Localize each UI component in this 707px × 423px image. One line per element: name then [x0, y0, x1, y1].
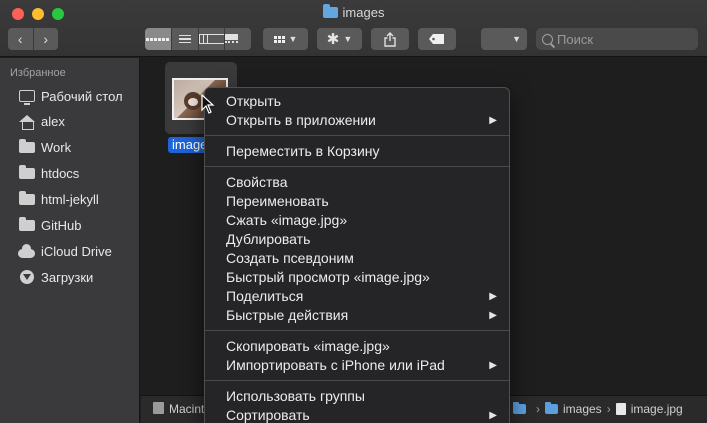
menu-item-move-to-trash[interactable]: Переместить в Корзину [205, 142, 509, 161]
grid-icon [273, 35, 285, 43]
sidebar-heading: Избранное [10, 67, 66, 79]
menu-item-open[interactable]: Открыть [205, 92, 509, 111]
sidebar-item-github[interactable]: GitHub [18, 214, 81, 236]
list-icon [172, 34, 198, 44]
menu-item-duplicate[interactable]: Дублировать [205, 230, 509, 249]
menu-item-quick-look[interactable]: Быстрый просмотр «image.jpg» [205, 268, 509, 287]
path-file[interactable]: image.jpg [631, 402, 683, 416]
folder-icon [18, 190, 35, 205]
submenu-arrow-icon: ▶ [489, 360, 497, 371]
menu-item-share[interactable]: Поделиться ▶ [205, 287, 509, 306]
sidebar-item-downloads[interactable]: Загрузки [18, 266, 93, 288]
submenu-arrow-icon: ▶ [489, 115, 497, 126]
home-icon [18, 114, 35, 130]
toolbar: images ‹ › ▼ ✱ ▼ ▼ Поиск [0, 0, 707, 57]
chevron-down-icon: ▼ [343, 34, 353, 44]
sidebar-item-html-jekyll[interactable]: html-jekyll [18, 188, 99, 210]
submenu-arrow-icon: ▶ [489, 310, 497, 321]
sidebar: Избранное Рабочий стол alex Work htdocs … [0, 58, 140, 423]
sidebar-item-desktop[interactable]: Рабочий стол [18, 85, 123, 107]
sidebar-item-htdocs[interactable]: htdocs [18, 162, 79, 184]
menu-separator [205, 380, 509, 381]
column-view-button[interactable] [198, 28, 226, 50]
cat-image [184, 92, 202, 110]
menu-separator [205, 330, 509, 331]
action-button[interactable]: ✱ ▼ [317, 28, 362, 50]
forward-button[interactable]: › [34, 28, 59, 50]
sidebar-item-label: Рабочий стол [41, 88, 123, 104]
gear-icon: ✱ [326, 31, 340, 48]
sidebar-item-label: alex [41, 113, 65, 129]
menu-item-get-info[interactable]: Свойства [205, 173, 509, 192]
folder-icon [322, 4, 338, 18]
cloud-icon [18, 243, 35, 258]
folder-icon [513, 402, 526, 414]
tags-button[interactable] [418, 28, 456, 50]
gallery-icon [225, 34, 251, 44]
search-field[interactable] [536, 28, 698, 50]
window-title: images [0, 4, 707, 20]
search-input[interactable] [557, 31, 687, 47]
desktop-icon [18, 90, 35, 105]
folder-icon [18, 138, 35, 153]
sidebar-item-label: Work [41, 139, 72, 155]
folder-icon [18, 216, 35, 231]
menu-item-sort-by[interactable]: Сортировать ▶ [205, 406, 509, 423]
disk-icon [153, 402, 164, 414]
search-icon [542, 33, 553, 45]
sidebar-item-alex[interactable]: alex [18, 110, 65, 132]
sidebar-item-work[interactable]: Work [18, 136, 71, 158]
chevron-right-icon: › [536, 402, 540, 416]
file-icon [615, 403, 626, 415]
chevron-down-icon: ▼ [288, 34, 298, 44]
share-icon [384, 31, 396, 47]
mouse-cursor-icon [201, 94, 215, 114]
menu-item-import-from-iphone[interactable]: Импортировать с iPhone или iPad ▶ [205, 356, 509, 375]
menu-item-use-groups[interactable]: Использовать группы [205, 387, 509, 406]
share-button[interactable] [371, 28, 409, 50]
path-disk[interactable]: Macint [169, 402, 204, 416]
back-button[interactable]: ‹ [8, 28, 34, 50]
gallery-view-button[interactable] [225, 28, 251, 50]
submenu-arrow-icon: ▶ [489, 291, 497, 302]
menu-item-quick-actions[interactable]: Быстрые действия ▶ [205, 306, 509, 325]
menu-separator [205, 135, 509, 136]
columns-icon [198, 34, 225, 44]
group-button[interactable]: ▼ [263, 28, 308, 50]
sidebar-item-label: htdocs [41, 165, 80, 181]
menu-item-open-with[interactable]: Открыть в приложении ▶ [205, 111, 509, 130]
grid-icon [145, 37, 171, 41]
tag-icon [429, 34, 444, 44]
sidebar-item-label: iCloud Drive [41, 243, 112, 259]
submenu-arrow-icon: ▶ [489, 410, 497, 421]
list-view-button[interactable] [172, 28, 199, 50]
sidebar-item-label: Загрузки [41, 269, 94, 285]
context-menu: Открыть Открыть в приложении ▶ Переместит… [204, 87, 510, 423]
path-dropdown-button[interactable]: ▼ [481, 28, 527, 50]
icon-view-button[interactable] [145, 28, 172, 50]
view-mode-selector [145, 28, 251, 50]
folder-icon [545, 402, 558, 414]
menu-item-compress[interactable]: Сжать «image.jpg» [205, 211, 509, 230]
folder-icon [18, 164, 35, 179]
menu-item-rename[interactable]: Переименовать [205, 192, 509, 211]
navigation-buttons: ‹ › [8, 28, 58, 50]
path-folder[interactable]: images [563, 402, 602, 416]
menu-item-make-alias[interactable]: Создать псевдоним [205, 249, 509, 268]
file-name-label[interactable]: image [168, 137, 206, 153]
chevron-right-icon: › [606, 402, 611, 416]
path-segments: › images › image.jpg [513, 402, 683, 416]
sidebar-item-label: GitHub [41, 217, 82, 233]
sidebar-item-icloud-drive[interactable]: iCloud Drive [18, 240, 112, 262]
sidebar-item-label: html-jekyll [41, 191, 99, 207]
chevron-down-icon: ▼ [512, 34, 521, 44]
download-icon [19, 270, 34, 284]
menu-item-copy[interactable]: Скопировать «image.jpg» [205, 337, 509, 356]
menu-separator [205, 166, 509, 167]
